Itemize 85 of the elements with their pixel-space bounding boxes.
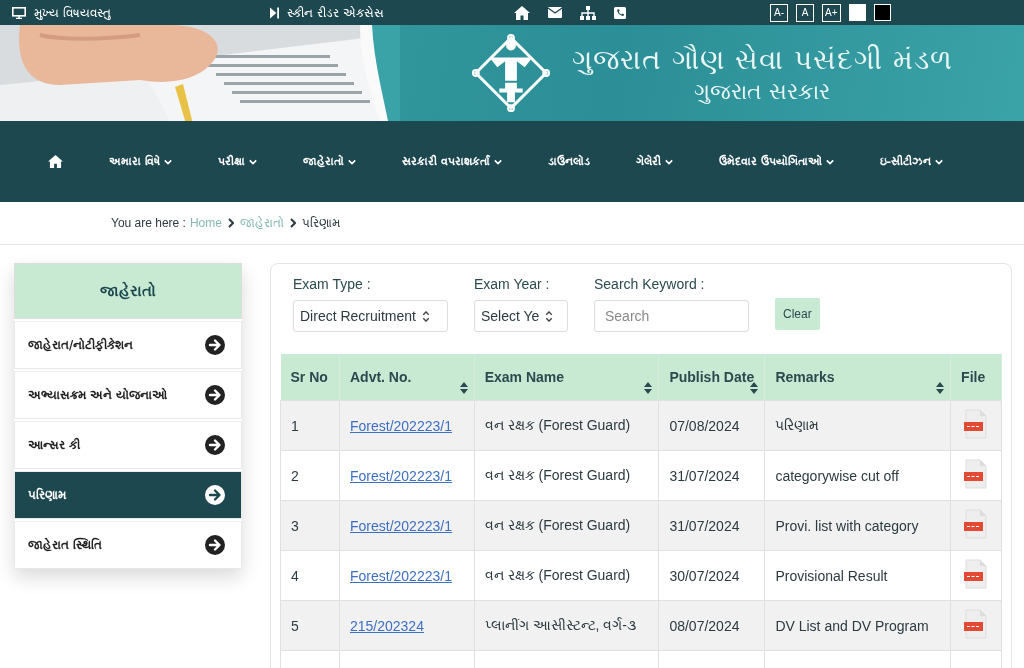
- sidebar-item[interactable]: અભ્યાસક્રમ અને યોજનાઓ: [14, 371, 242, 419]
- logo-icon: [470, 32, 552, 114]
- nav-item[interactable]: ઇ-સીટીઝન: [879, 155, 944, 168]
- column-header[interactable]: Publish Date: [658, 354, 765, 401]
- breadcrumb-label: You are here :: [111, 216, 186, 230]
- table-cell: 1: [280, 400, 340, 451]
- chevron-icon: [289, 218, 296, 228]
- table-cell: categorywise cut off: [764, 450, 951, 501]
- sort-icon[interactable]: [459, 382, 468, 394]
- column-header: Sr No: [280, 354, 340, 401]
- font-size-button[interactable]: A-: [770, 3, 788, 22]
- sidebar-item[interactable]: જાહેરાત/નોટીફીકેશન: [14, 321, 242, 369]
- exam-type-select[interactable]: Direct Recruitment: [293, 300, 448, 332]
- sort-icon[interactable]: [936, 382, 945, 394]
- contrast-swatch[interactable]: [873, 4, 891, 21]
- table-cell: વન રક્ષક (Forest Guard): [474, 500, 659, 551]
- advt-link[interactable]: 215/202324: [349, 617, 424, 634]
- table-cell: વન રક્ષક (Forest Guard): [474, 450, 659, 501]
- sort-icon[interactable]: [644, 382, 653, 394]
- field-label: Exam Year :: [474, 276, 551, 292]
- table-cell: વન રક્ષક (Forest Guard): [474, 400, 659, 451]
- table-cell: 31/07/2024: [658, 450, 765, 501]
- nav-item[interactable]: ઉમેદવાર ઉપયોગિતાઓ: [718, 155, 834, 168]
- sidebar-title: જાહેરાતો: [14, 263, 242, 319]
- table-cell: 4: [280, 550, 340, 601]
- nav-item[interactable]: સરકારી વપરાશકર્તા: [401, 155, 502, 168]
- sidebar-item[interactable]: આન્સર કી: [14, 421, 242, 469]
- nav-item[interactable]: જાહેરાતો: [302, 155, 356, 168]
- table-cell: પરિણામ: [764, 400, 951, 451]
- arrow-right-icon: [205, 535, 225, 555]
- table-cell: Provisional Result: [764, 550, 951, 601]
- sitemap-icon[interactable]: [580, 5, 596, 20]
- table-cell: Provi. list with category: [764, 500, 951, 551]
- nav-item[interactable]: અમારા વિષે: [109, 155, 172, 168]
- table-cell: 08/07/2024: [658, 600, 765, 651]
- column-header[interactable]: Advt. No.: [339, 354, 475, 401]
- font-size-button[interactable]: A: [796, 3, 814, 22]
- updown-icon: [421, 310, 430, 322]
- pdf-icon[interactable]: [964, 509, 989, 539]
- sidebar-item[interactable]: જાહેરાત સ્થિતિ: [14, 521, 242, 569]
- pdf-icon[interactable]: [964, 409, 989, 439]
- table-cell: 07/08/2024: [658, 400, 765, 451]
- updown-icon: [545, 310, 554, 322]
- table-cell: 5: [280, 600, 340, 651]
- mail-icon[interactable]: [548, 7, 562, 18]
- skip-link[interactable]: મુખ્ય વિષયવસ્તુ: [12, 5, 270, 20]
- pdf-icon[interactable]: [964, 609, 989, 639]
- table-cell: પ્લાનીંગ આસીસ્ટન્ટ, વર્ગ-૩: [474, 600, 659, 651]
- table-cell: વન રક્ષક (Forest Guard): [474, 550, 659, 601]
- home-icon[interactable]: [48, 155, 63, 168]
- clear-button[interactable]: Clear: [775, 298, 820, 330]
- arrow-right-icon: [205, 485, 225, 505]
- pdf-icon[interactable]: [964, 559, 989, 589]
- column-header[interactable]: Remarks: [764, 354, 951, 401]
- arrow-right-icon: [205, 435, 225, 455]
- chevron-icon: [227, 218, 234, 228]
- nav-item[interactable]: ગેલેરી: [635, 155, 673, 168]
- nav-item[interactable]: ડાઉનલોડ: [547, 155, 590, 168]
- column-header: File: [950, 354, 1002, 401]
- sidebar-item[interactable]: પરિણામ: [14, 471, 242, 519]
- font-size-button[interactable]: A+: [822, 3, 841, 22]
- table-cell: 2: [280, 450, 340, 501]
- field-label: Exam Type :: [293, 276, 372, 292]
- table-cell: 31/07/2024: [658, 500, 765, 551]
- site-subtitle: ગુજરાત સરકાર: [694, 78, 831, 104]
- table-cell: 3: [280, 500, 340, 551]
- contrast-swatch[interactable]: [848, 4, 866, 21]
- monitor-icon: [12, 6, 26, 19]
- field-label: Search Keyword :: [594, 276, 706, 292]
- table-cell: 30/07/2024: [658, 550, 765, 601]
- sort-icon[interactable]: [750, 382, 759, 394]
- home-icon[interactable]: [514, 5, 530, 20]
- play-icon: [270, 6, 279, 19]
- search-field[interactable]: Search: [594, 300, 749, 332]
- phone-icon[interactable]: [614, 6, 626, 19]
- nav-item[interactable]: પરીક્ષા: [217, 155, 257, 168]
- column-header[interactable]: Exam Name: [474, 354, 659, 401]
- exam-year-select[interactable]: Select Ye: [474, 300, 568, 332]
- table-cell: DV List and DV Program: [764, 600, 951, 651]
- screen-reader-link[interactable]: સ્કીન રીડર એક્સેસ: [270, 5, 514, 20]
- site-title: ગુજરાત ગૌણ સેવા પસંદગી મંડળ: [572, 42, 953, 77]
- arrow-right-icon: [205, 335, 225, 355]
- pdf-icon[interactable]: [964, 459, 989, 489]
- breadcrumb-current: પરિણામ: [301, 216, 340, 230]
- arrow-right-icon: [205, 385, 225, 405]
